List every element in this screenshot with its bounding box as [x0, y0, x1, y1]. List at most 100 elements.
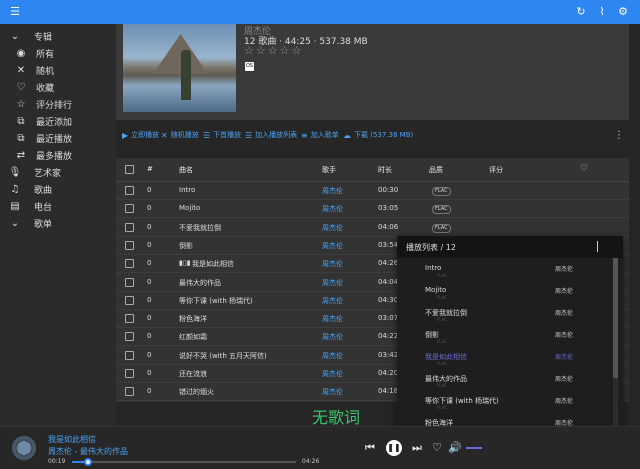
- track-artist[interactable]: 周杰伦: [322, 314, 343, 324]
- queue-item-artist[interactable]: 周杰伦: [555, 308, 573, 317]
- row-checkbox[interactable]: [125, 332, 134, 342]
- sidebar-group-playlists[interactable]: ⌄ 歌单: [0, 215, 116, 232]
- now-playing-cover[interactable]: [12, 436, 36, 460]
- menu-icon[interactable]: ☰: [8, 5, 22, 19]
- sidebar-item-most-played[interactable]: ⇄ 最多播放: [0, 147, 116, 164]
- track-title[interactable]: Intro: [179, 186, 195, 194]
- add-to-playlist-button[interactable]: ≡ 加入歌单: [301, 128, 339, 142]
- sidebar-item-random[interactable]: ✕ 随机: [0, 62, 116, 79]
- row-checkbox[interactable]: [125, 204, 134, 214]
- shuffle-play-button[interactable]: ✕ 随机播放: [161, 128, 199, 142]
- track-title[interactable]: 粉色海洋: [179, 314, 207, 324]
- refresh-icon[interactable]: ↻: [574, 5, 588, 19]
- row-checkbox[interactable]: [125, 350, 134, 360]
- queue-item-artist[interactable]: 周杰伦: [555, 352, 573, 361]
- table-row[interactable]: 0 不爱我就拉倒 周杰伦 04:06 FLAC: [116, 219, 629, 237]
- track-artist[interactable]: 周杰伦: [322, 241, 343, 251]
- row-checkbox[interactable]: [125, 277, 134, 287]
- col-duration[interactable]: 时长: [378, 165, 392, 175]
- sidebar-item-favorites[interactable]: ♡ 收藏: [0, 79, 116, 96]
- select-all-checkbox[interactable]: [125, 165, 134, 174]
- settings-icon[interactable]: ⚙: [616, 5, 630, 19]
- track-artist[interactable]: 周杰伦: [322, 296, 343, 306]
- play-now-button[interactable]: ▶ 立即播放: [122, 128, 159, 142]
- progress-knob[interactable]: [83, 458, 92, 466]
- more-vert-icon[interactable]: ⋮: [614, 130, 624, 142]
- track-artist[interactable]: 周杰伦: [322, 369, 343, 379]
- table-row[interactable]: 0 Intro 周杰伦 00:30 FLAC: [116, 182, 629, 200]
- queue-item-artist[interactable]: 周杰伦: [555, 264, 573, 273]
- track-title[interactable]: 还在流浪: [179, 369, 207, 379]
- col-title[interactable]: 曲名: [179, 165, 193, 175]
- queue-item[interactable]: 倒影 周杰伦 FLAC: [397, 326, 611, 348]
- star-icon[interactable]: ☆: [280, 44, 292, 57]
- star-icon[interactable]: ☆: [268, 44, 280, 57]
- row-checkbox[interactable]: [125, 240, 134, 250]
- pause-button[interactable]: ❚❚: [386, 440, 402, 456]
- row-checkbox[interactable]: [125, 369, 134, 378]
- queue-item-artist[interactable]: 周杰伦: [555, 374, 573, 383]
- table-row[interactable]: 0 Mojito 周杰伦 03:05 FLAC: [116, 200, 629, 219]
- download-button[interactable]: ☁ 下载 (537.38 MB): [343, 128, 413, 142]
- track-artist[interactable]: 周杰伦: [322, 278, 343, 288]
- col-rating[interactable]: 评分: [489, 165, 503, 175]
- sidebar-item-recently-played[interactable]: ⧉ 最近播放: [0, 130, 116, 147]
- row-checkbox[interactable]: [125, 186, 134, 195]
- queue-item[interactable]: 等你下课 (with 杨瑞代) 周杰伦 FLAC: [397, 392, 611, 414]
- star-icon[interactable]: ☆: [244, 44, 256, 57]
- col-artist[interactable]: 歌手: [322, 165, 336, 175]
- row-checkbox[interactable]: [125, 259, 134, 269]
- sidebar-item-recently-added[interactable]: ⧉ 最近添加: [0, 113, 116, 130]
- track-artist[interactable]: 周杰伦: [322, 332, 343, 342]
- scroll-thumb[interactable]: [613, 258, 618, 378]
- track-title[interactable]: 不爱我就拉倒: [179, 223, 221, 233]
- sidebar-item-all[interactable]: ◉ 所有: [0, 45, 116, 62]
- sidebar-group-album[interactable]: ⌄ 专辑: [0, 28, 116, 45]
- star-icon[interactable]: ☆: [256, 44, 268, 57]
- queue-item-artist[interactable]: 周杰伦: [555, 286, 573, 295]
- now-playing-subtitle[interactable]: 周杰伦 - 最伟大的作品: [48, 446, 128, 457]
- sidebar-item-artists[interactable]: 🎙 艺术家: [0, 164, 116, 181]
- rating-stars[interactable]: ☆☆☆☆☆: [244, 44, 303, 57]
- row-checkbox[interactable]: [125, 314, 134, 324]
- queue-item-artist[interactable]: 周杰伦: [555, 330, 573, 339]
- queue-item[interactable]: 最伟大的作品 周杰伦 FLAC: [397, 370, 611, 392]
- sidebar-item-songs[interactable]: ♫ 歌曲: [0, 181, 116, 198]
- track-artist[interactable]: 周杰伦: [322, 351, 343, 361]
- queue-item[interactable]: 我是如此相信 周杰伦 FLAC: [397, 348, 611, 370]
- track-title[interactable]: 错过的烟火: [179, 387, 214, 397]
- sidebar-item-top-rated[interactable]: ☆ 评分排行: [0, 96, 116, 113]
- album-cover[interactable]: [123, 24, 236, 112]
- track-artist[interactable]: 周杰伦: [322, 223, 343, 233]
- track-title[interactable]: 等你下课 (with 杨瑞代): [179, 296, 253, 306]
- col-num[interactable]: #: [147, 165, 153, 173]
- track-title[interactable]: Mojito: [179, 204, 200, 212]
- col-quality[interactable]: 品质: [429, 165, 443, 175]
- row-checkbox[interactable]: [125, 295, 134, 305]
- star-icon[interactable]: ☆: [292, 44, 304, 57]
- track-title[interactable]: 红颜如霜: [179, 332, 207, 342]
- queue-item[interactable]: Mojito 周杰伦 FLAC: [397, 282, 611, 304]
- track-artist[interactable]: 周杰伦: [322, 259, 343, 269]
- heart-icon[interactable]: ♡: [580, 164, 588, 174]
- track-title[interactable]: 我是如此相信: [192, 259, 234, 269]
- heart-icon[interactable]: ♡: [430, 441, 444, 455]
- volume-slider[interactable]: [466, 447, 482, 449]
- row-checkbox[interactable]: [125, 387, 134, 397]
- add-to-queue-button[interactable]: ☰ 加入播放列表: [245, 128, 297, 142]
- progress-bar[interactable]: [72, 458, 296, 466]
- previous-icon[interactable]: ⏮: [363, 441, 377, 455]
- activity-icon[interactable]: ⌇: [595, 5, 609, 19]
- track-artist[interactable]: 周杰伦: [322, 186, 343, 196]
- queue-scrollbar[interactable]: [613, 258, 618, 432]
- queue-item-artist[interactable]: 周杰伦: [555, 396, 573, 405]
- track-artist[interactable]: 周杰伦: [322, 204, 343, 214]
- track-title[interactable]: 最伟大的作品: [179, 278, 221, 288]
- queue-item[interactable]: Intro 周杰伦 FLAC: [397, 260, 611, 282]
- now-playing-title[interactable]: 我是如此相信: [48, 434, 96, 445]
- next-icon[interactable]: ⏭: [410, 441, 424, 455]
- track-title[interactable]: 倒影: [179, 241, 193, 251]
- row-checkbox[interactable]: [125, 222, 134, 232]
- sidebar-item-radio[interactable]: ▤ 电台: [0, 198, 116, 215]
- track-title[interactable]: 说好不哭 (with 五月天阿信): [179, 351, 267, 361]
